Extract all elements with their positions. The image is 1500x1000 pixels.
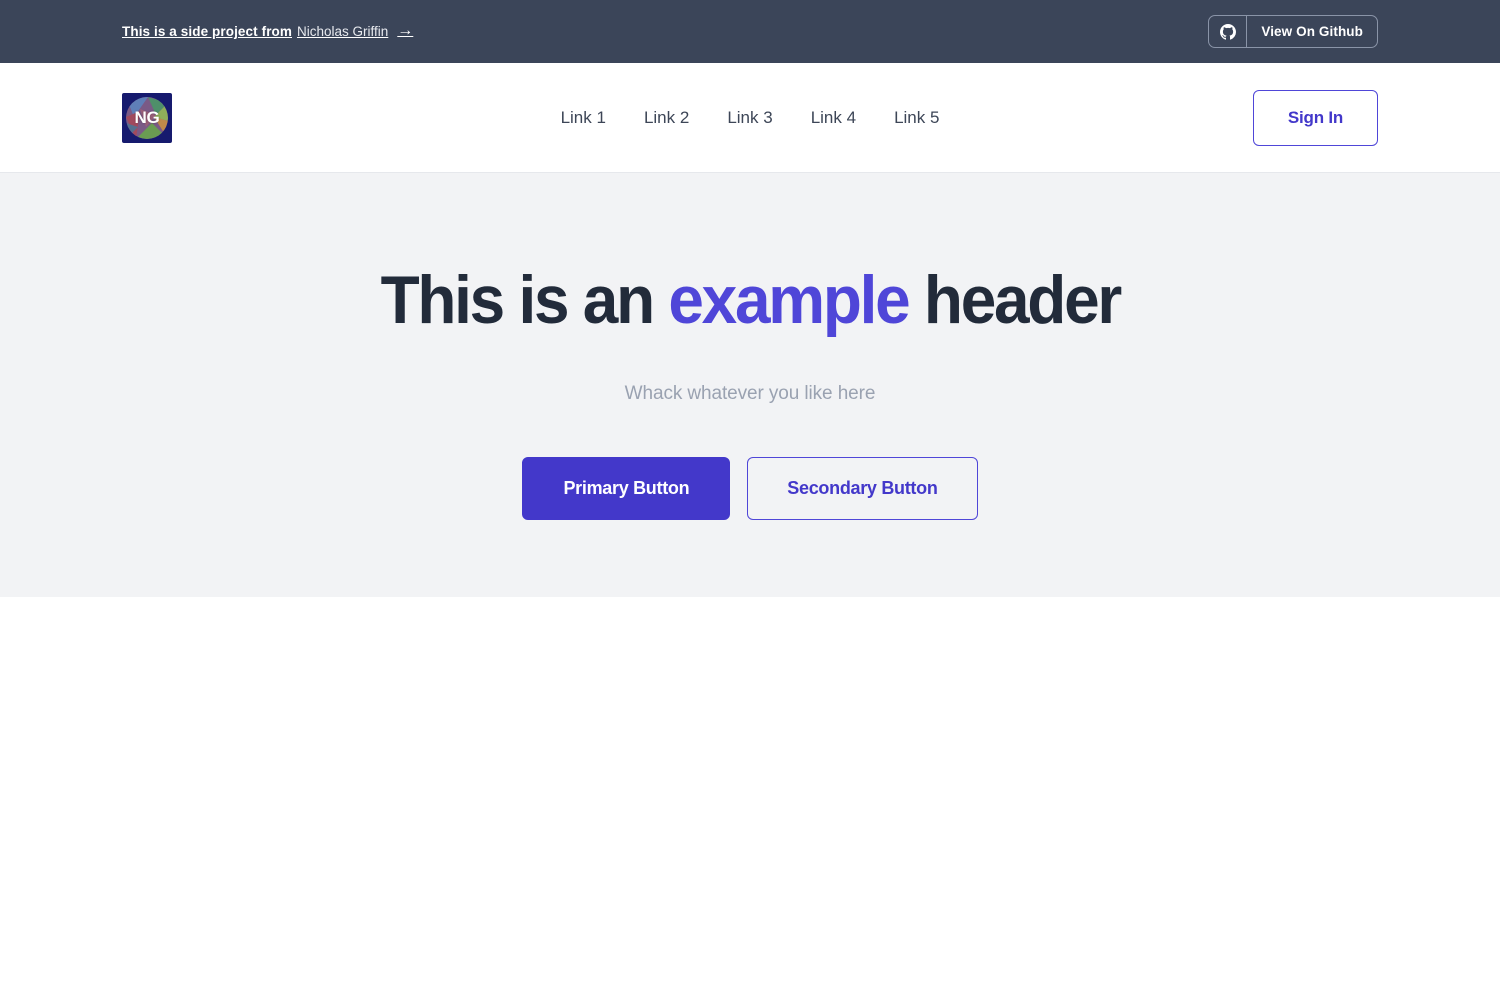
- hero-subtitle: Whack whatever you like here: [624, 383, 876, 405]
- hero-heading-part2: header: [908, 262, 1122, 338]
- sign-in-button[interactable]: Sign In: [1253, 89, 1378, 146]
- hero-heading-part1: This is an: [380, 262, 669, 338]
- view-on-github-label: View On Github: [1261, 24, 1363, 39]
- nav-link-3[interactable]: Link 3: [727, 108, 772, 128]
- nav-link-1[interactable]: Link 1: [561, 108, 606, 128]
- view-on-github-button[interactable]: View On Github: [1208, 15, 1378, 48]
- hero-section: This is an example header Whack whatever…: [0, 173, 1500, 597]
- nav-links: Link 1 Link 2 Link 3 Link 4 Link 5: [561, 108, 940, 128]
- hero-heading-accent: example: [668, 262, 910, 338]
- logo-initials: NG: [134, 107, 160, 127]
- page-content-area: [0, 597, 1500, 1000]
- nav-link-4[interactable]: Link 4: [811, 108, 856, 128]
- primary-button[interactable]: Primary Button: [522, 457, 731, 521]
- github-icon: [1209, 16, 1248, 47]
- main-navbar: NG Link 1 Link 2 Link 3 Link 4 Link 5 Si…: [0, 63, 1500, 173]
- side-project-message[interactable]: This is a side project from Nicholas Gri…: [122, 21, 414, 40]
- hero-action-buttons: Primary Button Secondary Button: [522, 457, 978, 521]
- site-logo[interactable]: NG: [122, 92, 172, 143]
- announcement-bar: This is a side project from Nicholas Gri…: [0, 0, 1500, 63]
- secondary-button[interactable]: Secondary Button: [747, 457, 978, 521]
- nav-link-2[interactable]: Link 2: [644, 108, 689, 128]
- arrow-right-icon: →: [397, 21, 414, 39]
- nav-link-5[interactable]: Link 5: [894, 108, 939, 128]
- hero-heading: This is an example header: [380, 262, 1122, 338]
- side-project-author-name: Nicholas Griffin: [297, 24, 389, 39]
- side-project-message-strong: This is a side project from: [122, 24, 292, 39]
